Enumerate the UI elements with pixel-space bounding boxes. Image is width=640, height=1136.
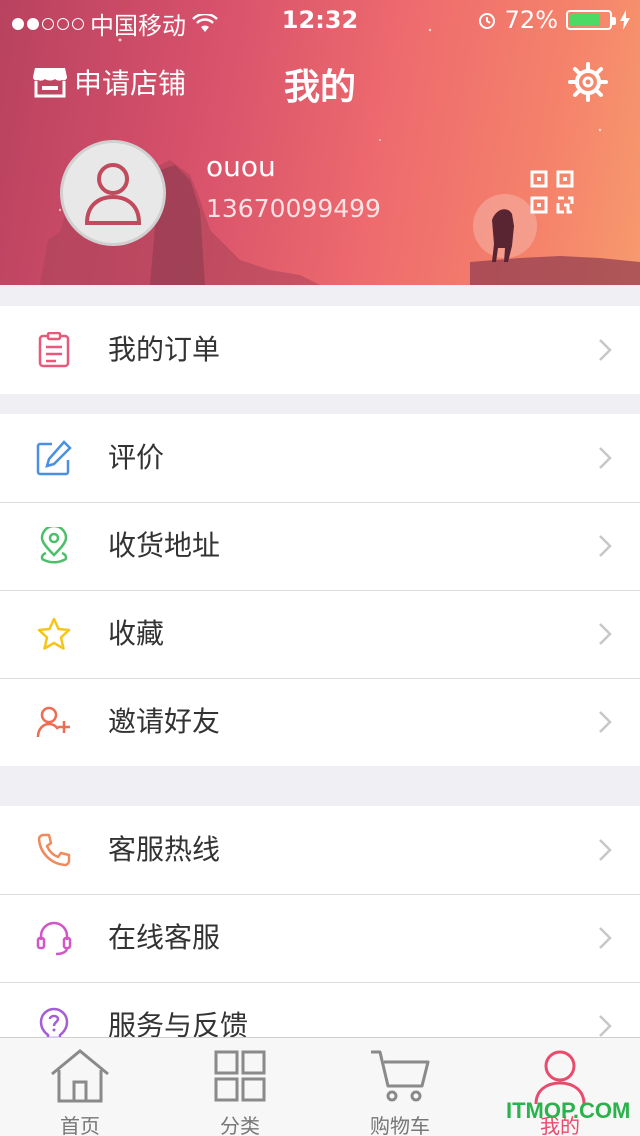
status-bar: 中国移动 12:32 72% — [0, 0, 640, 40]
chevron-right-icon — [599, 711, 612, 733]
menu-item-invite-friends[interactable]: 邀请好友 — [0, 678, 640, 766]
clipboard-icon — [36, 330, 72, 370]
battery-percent: 72% — [504, 6, 558, 34]
menu-item-online-service[interactable]: 在线客服 — [0, 894, 640, 982]
add-friend-icon — [36, 702, 72, 742]
qr-code-icon — [530, 170, 574, 214]
charging-icon — [620, 10, 630, 30]
alarm-icon — [478, 13, 495, 29]
menu-item-label: 收货地址 — [108, 529, 221, 562]
tab-label: 分类 — [220, 1114, 260, 1136]
grid-icon — [214, 1050, 266, 1102]
menu-item-label: 收藏 — [108, 617, 165, 650]
menu-item-label: 在线客服 — [108, 921, 221, 954]
user-icon — [534, 1050, 586, 1104]
menu-item-favorites[interactable]: 收藏 — [0, 590, 640, 678]
battery-icon — [566, 10, 616, 30]
menu-item-shipping-address[interactable]: 收货地址 — [0, 502, 640, 590]
chevron-right-icon — [599, 1015, 612, 1037]
chevron-right-icon — [599, 839, 612, 861]
chevron-right-icon — [599, 447, 612, 469]
status-right: 72% — [477, 6, 630, 34]
watermark: ITMOP.COM — [506, 1098, 631, 1123]
chevron-right-icon — [599, 927, 612, 949]
tab-categories[interactable]: 分类 — [160, 1038, 320, 1136]
headset-icon — [36, 918, 72, 958]
phone-number: 13670099499 — [206, 194, 381, 223]
chevron-right-icon — [599, 339, 612, 361]
menu-item-service-hotline[interactable]: 客服热线 — [0, 806, 640, 894]
menu-item-reviews[interactable]: 评价 — [0, 414, 640, 502]
location-pin-icon — [36, 526, 72, 566]
username: ouou — [206, 150, 276, 183]
tab-label: 购物车 — [370, 1114, 430, 1136]
avatar[interactable] — [60, 140, 166, 246]
menu-item-label: 评价 — [108, 441, 165, 474]
avatar-placeholder-icon — [84, 163, 142, 225]
screen: 中国移动 12:32 72% 申请店铺 我的 ouou 13670099499 … — [0, 0, 640, 1136]
menu-group-orders: 我的订单 — [0, 306, 640, 394]
phone-icon — [36, 830, 72, 870]
menu-group-personal: 评价 收货地址 收藏 邀请好友 — [0, 414, 640, 766]
menu-item-label: 邀请好友 — [108, 705, 221, 738]
cart-icon — [371, 1050, 430, 1102]
chevron-right-icon — [599, 535, 612, 557]
qr-code-button[interactable] — [530, 170, 574, 218]
profile-header: 中国移动 12:32 72% 申请店铺 我的 ouou 13670099499 — [0, 0, 640, 285]
tab-label: 首页 — [60, 1114, 100, 1136]
menu-item-my-orders[interactable]: 我的订单 — [0, 306, 640, 394]
settings-button[interactable] — [568, 62, 608, 106]
edit-icon — [36, 438, 72, 478]
tab-home[interactable]: 首页 — [0, 1038, 160, 1136]
menu-group-support: 客服热线 在线客服 服务与反馈 — [0, 806, 640, 1070]
gear-icon — [568, 62, 608, 102]
nav-bar: 申请店铺 我的 — [0, 52, 640, 112]
star-icon — [36, 614, 72, 654]
profile-card[interactable]: ouou 13670099499 — [60, 140, 580, 250]
menu-item-label: 客服热线 — [108, 833, 221, 866]
home-icon — [51, 1049, 109, 1103]
page-title: 我的 — [283, 67, 356, 108]
chevron-right-icon — [599, 623, 612, 645]
tab-cart[interactable]: 购物车 — [320, 1038, 480, 1136]
menu-item-label: 我的订单 — [108, 333, 221, 366]
